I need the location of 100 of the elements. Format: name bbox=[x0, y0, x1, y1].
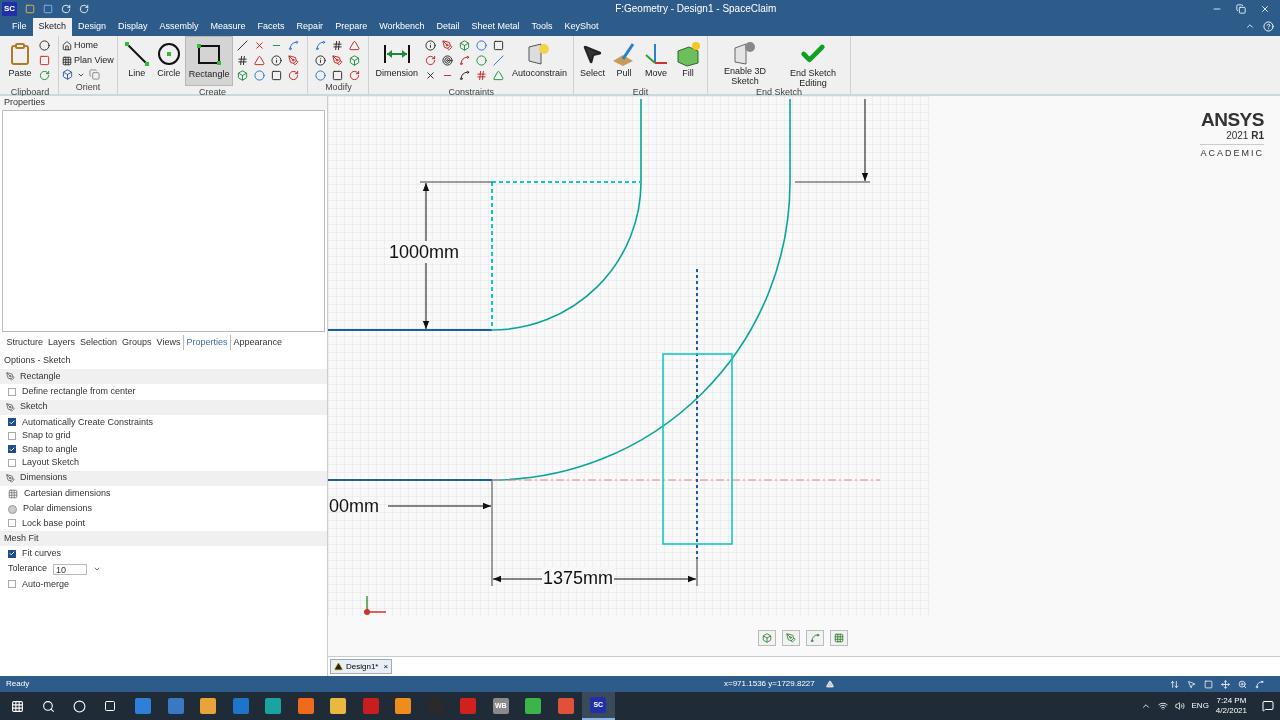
menu-tab[interactable]: Facets bbox=[251, 18, 291, 36]
ribbon-button[interactable]: Circle bbox=[152, 36, 185, 86]
menu-tab[interactable]: Tools bbox=[525, 18, 559, 36]
checkbox[interactable] bbox=[8, 387, 16, 396]
menu-tab[interactable]: KeyShot bbox=[558, 18, 605, 36]
panel-tab[interactable]: Structure bbox=[4, 335, 46, 350]
help-icon[interactable] bbox=[1263, 21, 1274, 32]
view-tool-icon[interactable] bbox=[1238, 679, 1247, 689]
task-view-icon[interactable] bbox=[104, 700, 116, 712]
sketch-tool-button[interactable] bbox=[830, 630, 848, 646]
triangle-icon[interactable] bbox=[826, 680, 834, 688]
ribbon-button[interactable]: Home bbox=[62, 39, 114, 53]
cube-icon[interactable] bbox=[62, 69, 73, 80]
tool-icon[interactable] bbox=[288, 55, 300, 66]
menu-tab[interactable]: Display bbox=[112, 18, 154, 36]
ribbon-button[interactable]: Fill bbox=[672, 36, 704, 86]
tool-icon[interactable] bbox=[458, 70, 470, 81]
start-icon[interactable] bbox=[11, 699, 24, 713]
ribbon-button[interactable]: Line bbox=[120, 36, 153, 86]
menu-tab[interactable]: File bbox=[6, 18, 33, 36]
menu-tab[interactable]: Workbench bbox=[373, 18, 431, 36]
panel-tab[interactable]: Layers bbox=[45, 335, 78, 350]
search-icon[interactable] bbox=[42, 699, 55, 713]
ribbon-button[interactable]: Pull bbox=[608, 36, 640, 86]
checkbox[interactable] bbox=[8, 431, 16, 440]
close-tab-button[interactable]: × bbox=[383, 660, 389, 673]
menu-tab[interactable]: Detail bbox=[430, 18, 466, 36]
menu-tab[interactable]: Prepare bbox=[329, 18, 374, 36]
notifications-icon[interactable] bbox=[1262, 700, 1274, 712]
sketch-tool-button[interactable] bbox=[806, 630, 824, 646]
ribbon-button[interactable]: Dimension bbox=[372, 36, 421, 86]
tool-icon[interactable] bbox=[332, 55, 344, 66]
checkbox[interactable] bbox=[8, 458, 16, 467]
view-tool-icon[interactable] bbox=[1221, 679, 1230, 689]
panel-tab[interactable]: Appearance bbox=[230, 335, 285, 350]
view-tool-icon[interactable] bbox=[1170, 679, 1179, 689]
tool-icon[interactable] bbox=[332, 70, 344, 81]
menu-tab[interactable]: Design bbox=[72, 18, 113, 36]
sketch-tool-button[interactable] bbox=[782, 630, 800, 646]
cortana-icon[interactable] bbox=[73, 699, 86, 713]
dropdown-icon[interactable] bbox=[93, 565, 102, 573]
ribbon-button[interactable]: Enable 3D Sketch bbox=[711, 36, 779, 86]
ribbon-button[interactable]: Rectangle bbox=[184, 36, 234, 86]
checkbox-label: Snap to grid bbox=[22, 429, 71, 442]
menu-tab[interactable]: Assembly bbox=[153, 18, 205, 36]
ribbon-button[interactable]: Paste bbox=[5, 36, 35, 86]
copy-icon[interactable] bbox=[89, 69, 100, 80]
checkbox[interactable] bbox=[8, 580, 16, 589]
tool-icon[interactable] bbox=[492, 40, 504, 51]
grid-icon[interactable] bbox=[8, 489, 18, 499]
panel-title: Properties bbox=[4, 96, 46, 110]
close-icon[interactable] bbox=[1260, 3, 1270, 14]
collapse-icon[interactable] bbox=[1245, 21, 1255, 31]
tool-icon[interactable] bbox=[254, 40, 266, 51]
tray-caret-icon[interactable] bbox=[1140, 701, 1151, 711]
ribbon-button[interactable]: Plan View bbox=[62, 54, 114, 68]
dimension-label[interactable]: 1000mm bbox=[388, 241, 461, 263]
tool-icon[interactable] bbox=[441, 40, 453, 51]
sketch-tool-button[interactable] bbox=[758, 630, 776, 646]
dimension-arrow[interactable] bbox=[387, 502, 492, 510]
restore-icon[interactable] bbox=[1236, 3, 1246, 14]
menu-tab[interactable]: Sketch bbox=[32, 18, 73, 36]
section-icon bbox=[6, 473, 15, 483]
document-tab[interactable]: Design1* × bbox=[330, 659, 393, 674]
wifi-icon[interactable] bbox=[1157, 701, 1168, 711]
language-indicator[interactable]: ENG bbox=[1191, 700, 1209, 712]
menu-tab[interactable]: Sheet Metal bbox=[465, 18, 526, 36]
ribbon-button[interactable]: Select bbox=[576, 36, 608, 86]
paste-icon bbox=[8, 42, 32, 66]
checkbox[interactable] bbox=[8, 445, 16, 454]
redo-icon[interactable] bbox=[79, 3, 90, 14]
menu-tab[interactable]: Repair bbox=[290, 18, 330, 36]
checkbox[interactable] bbox=[8, 519, 16, 528]
tool-icon[interactable] bbox=[237, 40, 249, 51]
radio-button[interactable] bbox=[8, 504, 17, 514]
tool-icon[interactable] bbox=[271, 55, 283, 66]
menu-tab[interactable]: Measure bbox=[204, 18, 252, 36]
dimension-label[interactable]: 00mm bbox=[328, 495, 380, 517]
tool-icon[interactable] bbox=[332, 40, 344, 51]
checkbox[interactable] bbox=[8, 418, 16, 427]
tool-icon[interactable] bbox=[441, 55, 453, 66]
ribbon-button[interactable]: Move bbox=[640, 36, 672, 86]
tool-icon[interactable] bbox=[271, 70, 283, 81]
tool-icon[interactable] bbox=[315, 55, 327, 66]
ribbon-button[interactable]: Autoconstrain bbox=[508, 36, 570, 86]
panel-tab[interactable]: Groups bbox=[119, 335, 155, 350]
tool-icon[interactable] bbox=[424, 40, 436, 51]
panel-tab[interactable]: Properties bbox=[182, 335, 231, 350]
tool-icon[interactable] bbox=[39, 40, 50, 51]
tool-icon[interactable] bbox=[237, 55, 249, 66]
dimension-label[interactable]: 1375mm bbox=[542, 567, 615, 589]
volume-icon[interactable] bbox=[1174, 701, 1185, 711]
panel-tab[interactable]: Selection bbox=[77, 335, 120, 350]
checkbox[interactable] bbox=[8, 549, 16, 558]
undo-icon[interactable] bbox=[61, 3, 72, 14]
construction-line[interactable] bbox=[696, 268, 698, 560]
view-tool-icon[interactable] bbox=[1255, 679, 1264, 689]
panel-tab[interactable]: Views bbox=[154, 335, 183, 350]
tolerance-field[interactable]: 10 bbox=[53, 563, 88, 575]
tool-icon[interactable] bbox=[424, 70, 436, 81]
